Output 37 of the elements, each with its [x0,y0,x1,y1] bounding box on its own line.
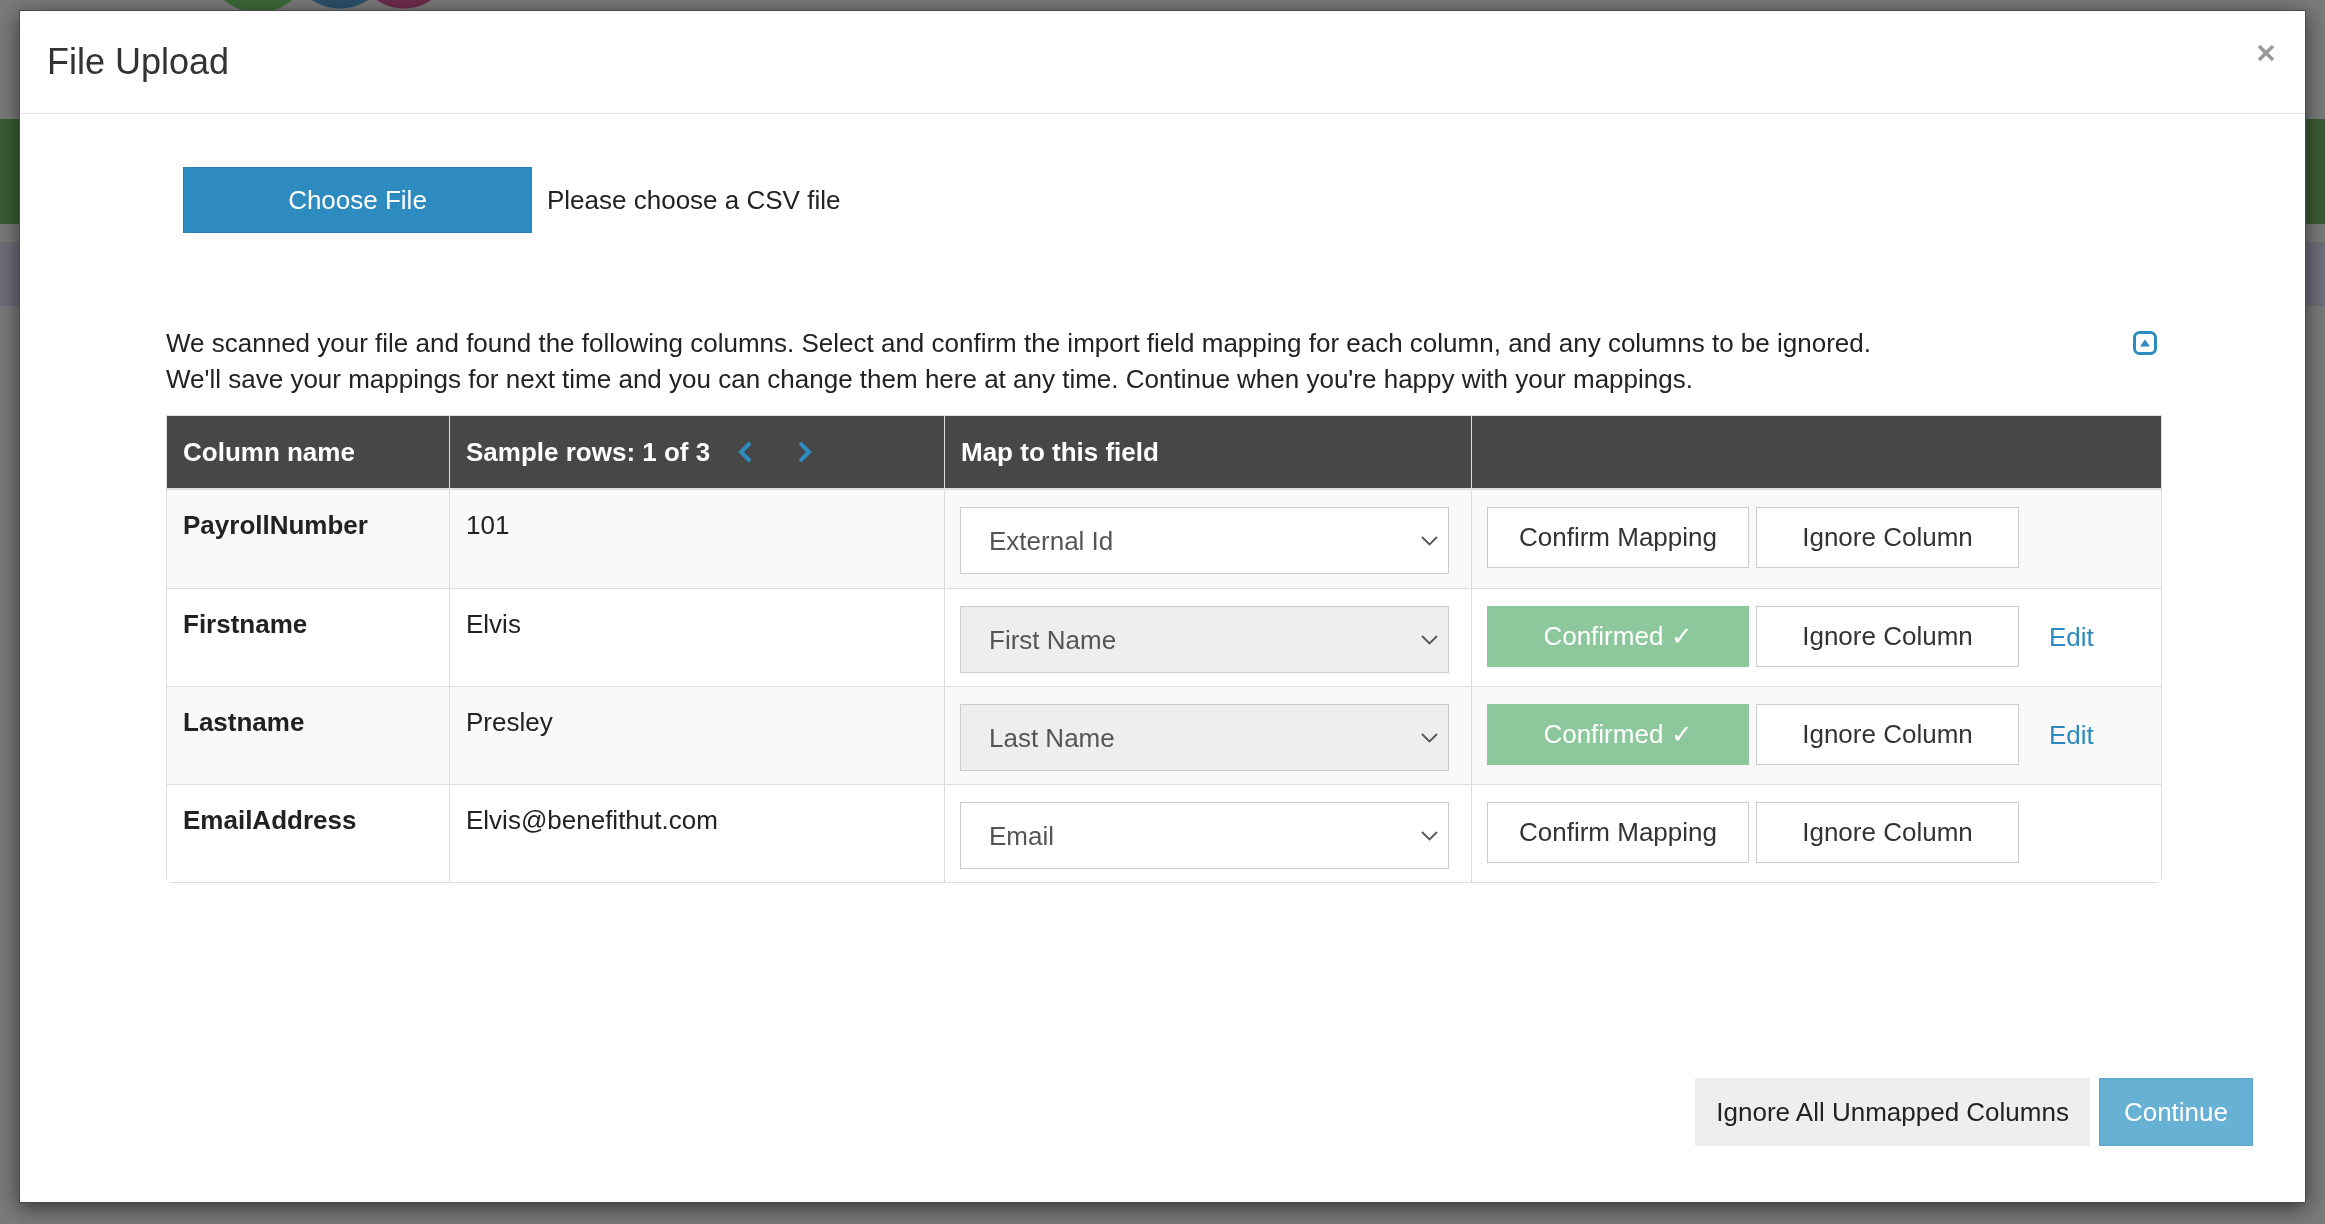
chevron-right-icon [798,441,813,463]
table-cell: Elvis [449,588,944,686]
collapse-icon[interactable] [2133,331,2157,355]
ignore-all-button[interactable]: Ignore All Unmapped Columns [1695,1078,2090,1146]
close-button[interactable] [2257,44,2275,62]
ignore-column-button[interactable]: Ignore Column [1756,606,2019,667]
column-header-text: Sample rows: 1 of 3 [466,436,711,468]
table-cell: Lastname [167,686,449,784]
chevron-down-icon [1421,634,1438,645]
chevron-left-icon [738,441,753,463]
instructions-text: We scanned your file and found the following columns. Select and confirm the import field mapping for each column, and any columns to be ignored. We'll save your mappings for next time and you can change them here at any time. Continue when you're happy with your mappings. [166,327,1872,396]
ignore-column-button[interactable]: Ignore Column [1756,704,2019,765]
table-cell: 101 [449,490,944,588]
file-status-text: Please choose a CSV file [547,184,841,216]
confirm-mapping-button[interactable]: Confirm Mapping [1487,507,1749,568]
dialog-title: File Upload [47,40,230,84]
chevron-down-icon [1421,830,1438,841]
table-cell-text: PayrollNumber [182,509,369,542]
field-select[interactable]: External Id [960,507,1449,574]
previous-sample-button[interactable] [738,441,753,463]
chevron-down-icon [1421,732,1438,743]
chevron-down-icon [1421,535,1438,546]
field-select[interactable]: Email [960,802,1449,869]
field-select[interactable]: Last Name [960,704,1449,771]
table-cell: EmailAddress [167,784,449,882]
table-cell: Presley [449,686,944,784]
table-cell: Firstname [167,588,449,686]
edit-link[interactable]: Edit [2049,618,2094,655]
choose-file-button[interactable]: Choose File [183,167,532,233]
ignore-column-button[interactable]: Ignore Column [1756,507,2019,568]
confirm-mapping-button[interactable]: Confirm Mapping [1487,802,1749,863]
close-icon [2257,44,2275,62]
next-sample-button[interactable] [798,441,813,463]
ignore-column-button[interactable]: Ignore Column [1756,802,2019,863]
field-select[interactable]: First Name [960,606,1449,673]
edit-link[interactable]: Edit [2049,716,2094,753]
table-cell: Elvis@benefithut.com [449,784,944,882]
